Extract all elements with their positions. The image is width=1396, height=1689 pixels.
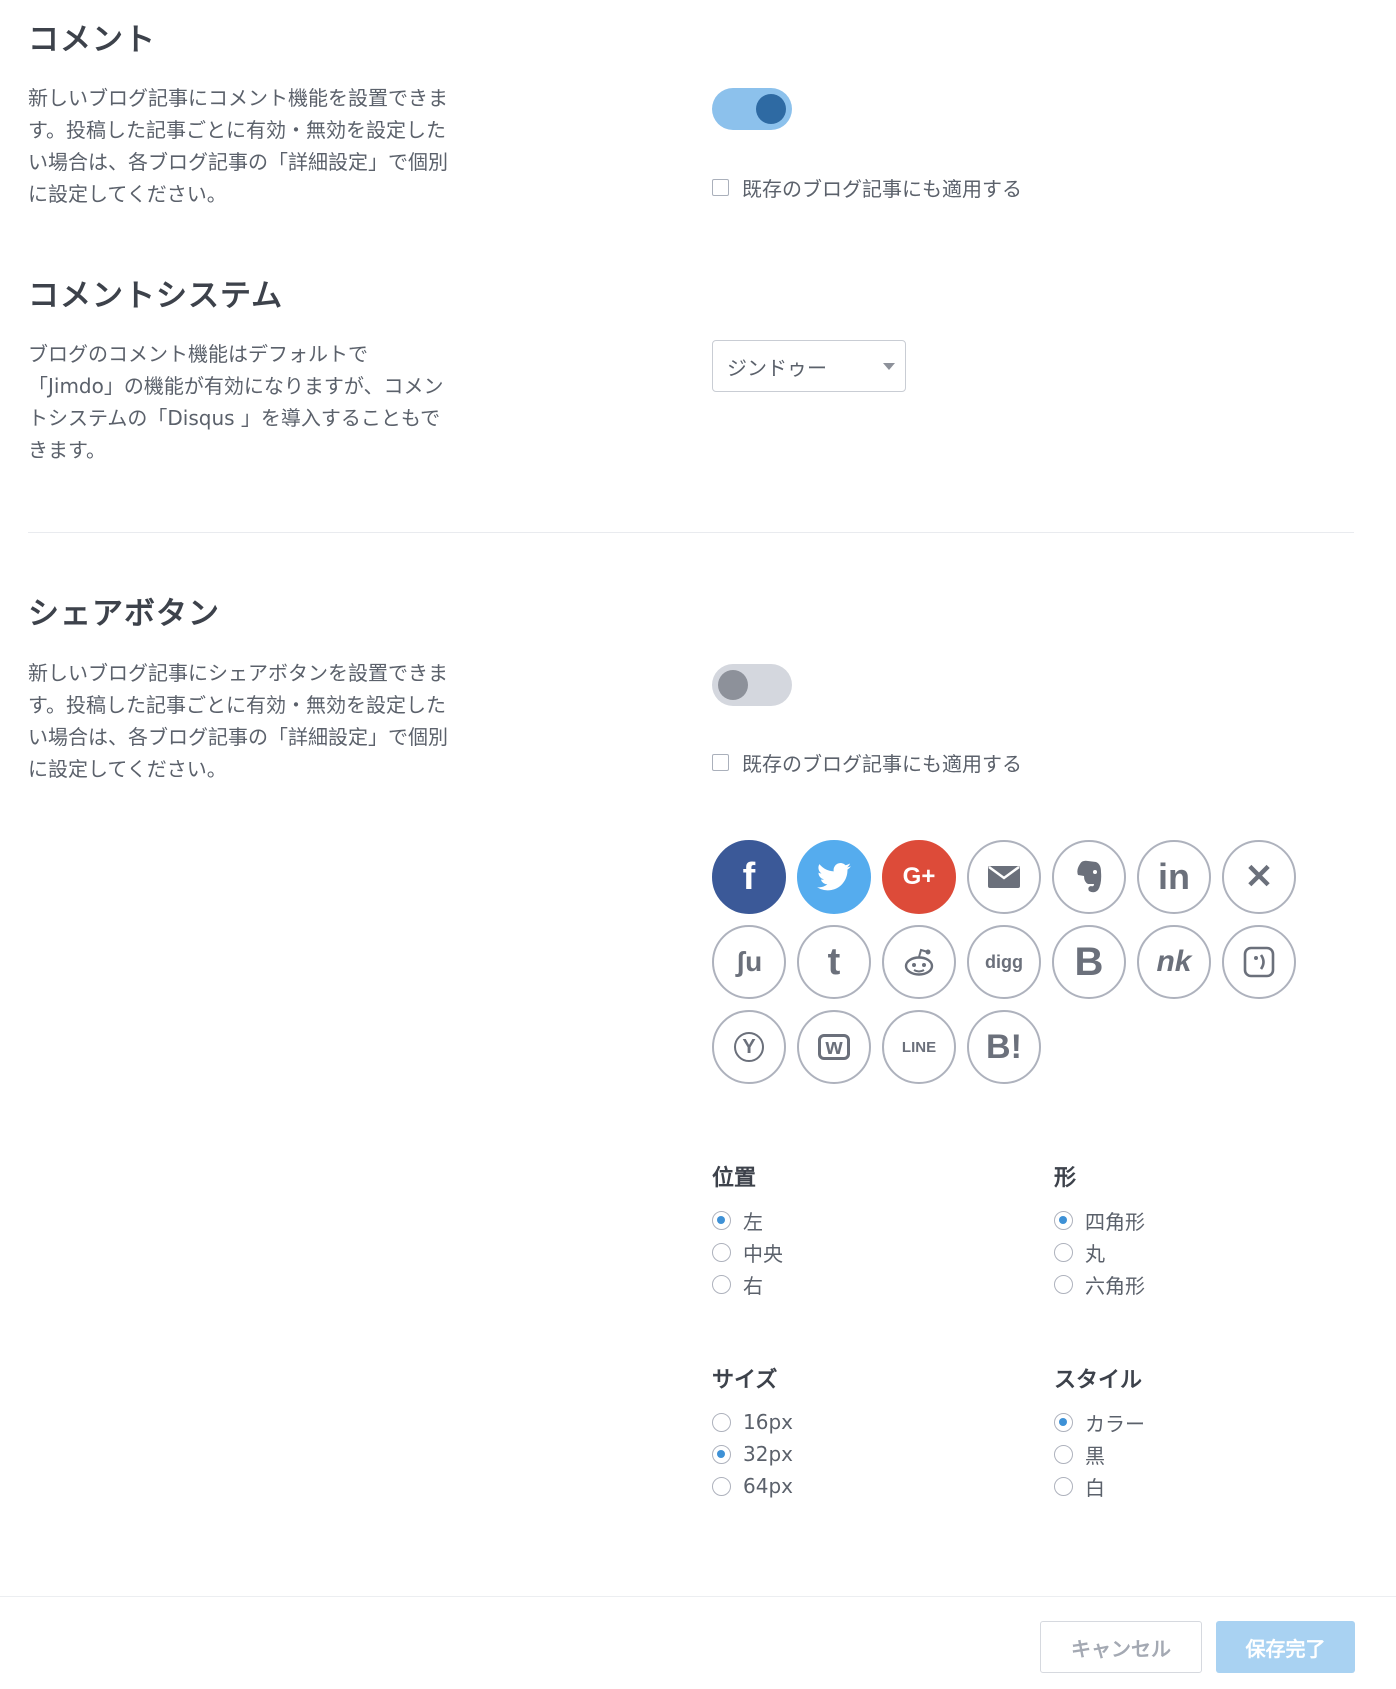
share-apply-existing-label: 既存のブログ記事にも適用する [742, 752, 1022, 776]
position-option-center[interactable]: 中央 [712, 1236, 783, 1268]
tumblr-icon[interactable]: t [797, 925, 871, 999]
shape-title: 形 [1054, 1166, 1077, 1191]
radio-label: 中央 [743, 1241, 783, 1266]
radio-label: 16px [743, 1410, 793, 1434]
evernote-elephant-shape [1077, 860, 1102, 893]
position-group: 位置 左 中央 右 [712, 1160, 783, 1300]
comment-apply-existing[interactable]: 既存のブログ記事にも適用する [712, 173, 1022, 202]
comment-apply-existing-label: 既存のブログ記事にも適用する [742, 177, 1022, 201]
comment-description: 新しいブログ記事にコメント機能を設置できます。投稿した記事ごとに有効・無効を設定… [28, 86, 448, 206]
radio-label: 64px [743, 1474, 793, 1498]
reddit-alien-shape [904, 948, 934, 976]
position-option-left[interactable]: 左 [712, 1204, 783, 1236]
envelope-shape [988, 866, 1020, 888]
style-option-black[interactable]: 黒 [1054, 1438, 1145, 1470]
wykop-glyph: w [818, 1034, 850, 1060]
style-option-white[interactable]: 白 [1054, 1470, 1145, 1502]
comment-system-title: コメントシステム [28, 278, 284, 314]
email-icon[interactable] [967, 840, 1041, 914]
chevron-down-icon [883, 363, 895, 370]
yahoo-glyph: Y [734, 1032, 764, 1062]
vk-icon[interactable]: B [1052, 925, 1126, 999]
section-divider [28, 532, 1354, 533]
radio-button[interactable] [1054, 1412, 1073, 1432]
style-option-color[interactable]: カラー [1054, 1406, 1145, 1438]
shape-option-hexagon[interactable]: 六角形 [1054, 1268, 1145, 1300]
radio-label: 白 [1085, 1475, 1105, 1500]
size-option-64[interactable]: 64px [712, 1470, 793, 1502]
cancel-button[interactable]: キャンセル [1040, 1621, 1202, 1673]
shape-group: 形 四角形 丸 六角形 [1054, 1160, 1145, 1300]
hatena-icon[interactable]: B! [967, 1010, 1041, 1084]
wykop-icon[interactable]: w [797, 1010, 871, 1084]
share-description: 新しいブログ記事にシェアボタンを設置できます。投稿した記事ごとに有効・無効を設定… [28, 661, 448, 781]
google-plus-icon[interactable]: G+ [882, 840, 956, 914]
radio-button[interactable] [1054, 1444, 1073, 1464]
radio-label: 32px [743, 1442, 793, 1466]
comment-system-select[interactable]: ジンドゥー [712, 340, 906, 392]
xing-icon[interactable]: ✕ [1222, 840, 1296, 914]
radio-button[interactable] [712, 1210, 731, 1230]
shape-option-circle[interactable]: 丸 [1054, 1236, 1145, 1268]
style-group: スタイル カラー 黒 白 [1054, 1362, 1145, 1502]
radio-label: 左 [743, 1209, 763, 1234]
comment-system-description: ブログのコメント機能はデフォルトで「Jimdo」の機能が有効になりますが、コメン… [28, 342, 444, 462]
comment-system-selected: ジンドゥー [727, 355, 827, 380]
radio-label: 四角形 [1085, 1209, 1145, 1234]
radio-button[interactable] [712, 1412, 731, 1432]
linkedin-icon[interactable]: in [1137, 840, 1211, 914]
radio-button[interactable] [712, 1476, 731, 1496]
evernote-icon[interactable] [1052, 840, 1126, 914]
radio-button[interactable] [1054, 1476, 1073, 1496]
size-title: サイズ [712, 1368, 778, 1393]
twitter-icon[interactable] [797, 840, 871, 914]
shape-option-square[interactable]: 四角形 [1054, 1204, 1145, 1236]
radio-button[interactable] [1054, 1242, 1073, 1262]
radio-button[interactable] [1054, 1274, 1073, 1294]
size-option-32[interactable]: 32px [712, 1438, 793, 1470]
facebook-icon[interactable]: f [712, 840, 786, 914]
radio-button[interactable] [712, 1242, 731, 1262]
comment-toggle[interactable] [712, 88, 792, 130]
nk-icon[interactable]: nk [1137, 925, 1211, 999]
footer-bar: キャンセル 保存完了 [0, 1596, 1396, 1689]
toggle-knob [756, 94, 786, 124]
size-option-16[interactable]: 16px [712, 1406, 793, 1438]
radio-button[interactable] [712, 1274, 731, 1294]
size-group: サイズ 16px 32px 64px [712, 1362, 793, 1502]
radio-label: カラー [1085, 1411, 1145, 1436]
radio-label: 黒 [1085, 1443, 1105, 1468]
radio-button[interactable] [712, 1444, 731, 1464]
position-option-right[interactable]: 右 [712, 1268, 783, 1300]
share-title: シェアボタン [28, 596, 220, 632]
tuenti-icon[interactable] [1222, 925, 1296, 999]
share-apply-existing-checkbox[interactable] [712, 754, 729, 771]
radio-button[interactable] [1054, 1210, 1073, 1230]
position-title: 位置 [712, 1166, 757, 1191]
comment-apply-existing-checkbox[interactable] [712, 179, 729, 196]
line-icon[interactable]: LINE [882, 1010, 956, 1084]
stumbleupon-icon[interactable]: ʃu [712, 925, 786, 999]
comment-title: コメント [28, 22, 156, 58]
tuenti-face-shape [1243, 946, 1275, 978]
toggle-knob [718, 670, 748, 700]
radio-label: 丸 [1085, 1241, 1105, 1266]
reddit-icon[interactable] [882, 925, 956, 999]
share-toggle[interactable] [712, 664, 792, 706]
digg-icon[interactable]: digg [967, 925, 1041, 999]
radio-label: 六角形 [1085, 1273, 1145, 1298]
radio-label: 右 [743, 1273, 763, 1298]
yahoo-icon[interactable]: Y [712, 1010, 786, 1084]
save-button[interactable]: 保存完了 [1216, 1621, 1355, 1673]
style-title: スタイル [1054, 1368, 1143, 1393]
twitter-bird-shape [817, 863, 851, 891]
share-apply-existing[interactable]: 既存のブログ記事にも適用する [712, 748, 1022, 777]
